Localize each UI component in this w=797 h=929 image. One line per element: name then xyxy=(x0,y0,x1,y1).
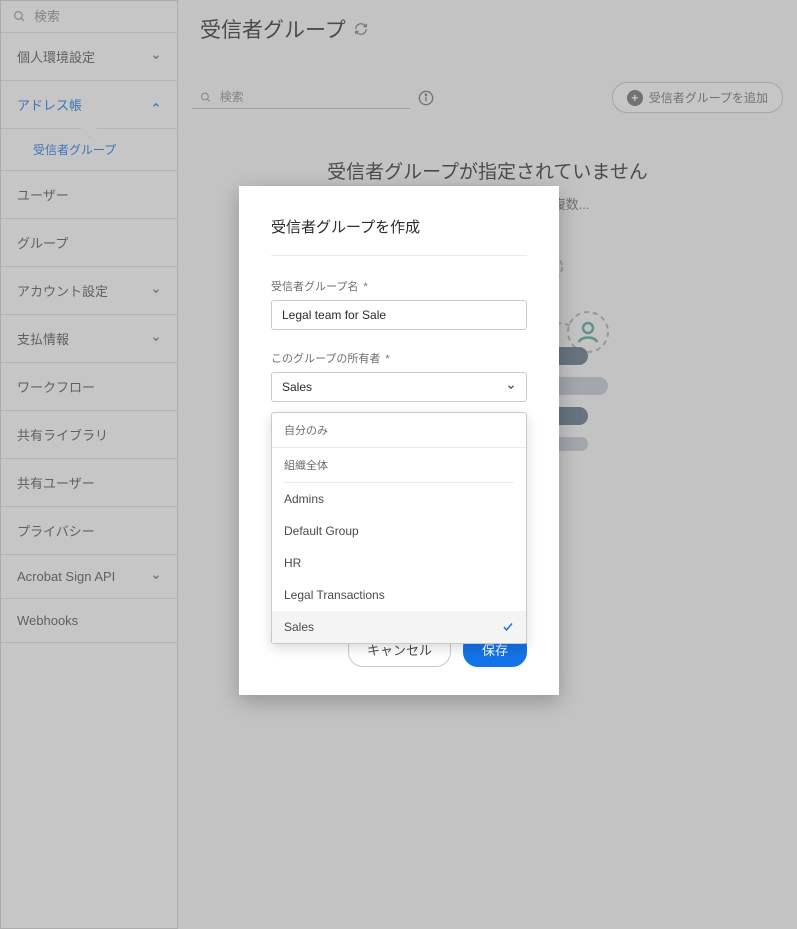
select-value: Sales xyxy=(282,380,312,394)
chevron-down-icon xyxy=(506,382,516,392)
owner-dropdown: 自分のみ組織全体 Admins Default Group HR Legal Trans… xyxy=(271,412,527,644)
dropdown-option[interactable]: 自分のみ xyxy=(272,413,526,448)
create-recipient-group-modal: 受信者グループを作成 受信者グループ名 * このグループの所有者 * Sales… xyxy=(239,186,559,695)
dropdown-option-label: Legal Transactions xyxy=(284,588,385,602)
group-name-input[interactable] xyxy=(271,300,527,330)
dropdown-option-label: Sales xyxy=(284,620,314,634)
group-owner-select[interactable]: Sales xyxy=(271,372,527,402)
dropdown-option[interactable]: 組織全体 xyxy=(284,448,514,483)
dropdown-option[interactable]: Admins xyxy=(272,483,526,515)
dropdown-option-label: Admins xyxy=(284,492,324,506)
group-owner-label: このグループの所有者 * xyxy=(271,350,527,366)
dropdown-option[interactable]: Default Group xyxy=(272,515,526,547)
dropdown-option[interactable]: HR xyxy=(272,547,526,579)
dropdown-option[interactable]: Sales xyxy=(272,611,526,643)
dropdown-option-label: Default Group xyxy=(284,524,359,538)
group-name-label: 受信者グループ名 * xyxy=(271,278,527,294)
check-icon xyxy=(502,621,514,633)
dropdown-option[interactable]: Legal Transactions xyxy=(272,579,526,611)
dropdown-option-label: HR xyxy=(284,556,301,570)
modal-title: 受信者グループを作成 xyxy=(271,216,527,256)
